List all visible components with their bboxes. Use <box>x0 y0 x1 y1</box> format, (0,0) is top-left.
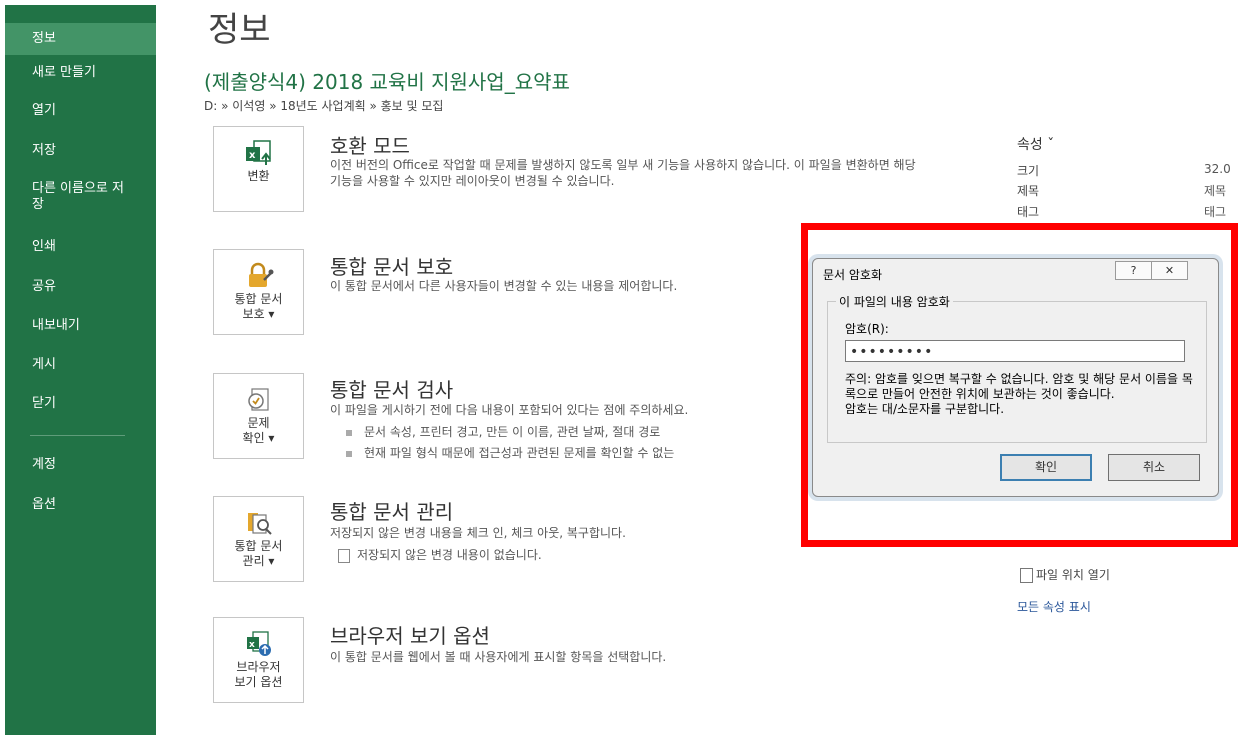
nav-save-as[interactable]: 다른 이름으로 저장 <box>5 181 125 213</box>
nav-info[interactable]: 정보 <box>5 23 156 55</box>
backstage-sidebar: 정보 새로 만들기 열기 저장 다른 이름으로 저장 인쇄 공유 내보내기 게시… <box>5 5 156 735</box>
nav-close[interactable]: 닫기 <box>5 396 156 412</box>
browser-view-options-button[interactable]: x 브라우저 보기 옵션 <box>213 617 304 703</box>
prop-size-value: 32.0 <box>1204 162 1231 176</box>
warning-text: 주의: 암호를 잊으면 복구할 수 없습니다. 암호 및 해당 문서 이름을 목… <box>845 372 1195 417</box>
compat-title: 호환 모드 <box>330 134 410 158</box>
excel-globe-icon: x <box>246 631 271 656</box>
nav-options[interactable]: 옵션 <box>5 497 156 513</box>
browser-button-line2: 보기 옵션 <box>234 675 283 689</box>
browser-desc: 이 통합 문서를 웹에서 볼 때 사용자에게 표시할 항목을 선택합니다. <box>330 650 667 664</box>
convert-button[interactable]: x 변환 <box>213 126 304 212</box>
encrypt-group: 이 파일의 내용 암호화 암호(R): ••••••••• 주의: 암호를 잊으… <box>827 293 1207 443</box>
prop-title-value[interactable]: 제목 <box>1204 182 1226 199</box>
folder-doc-icon <box>1020 568 1033 583</box>
prop-tag-label: 태그 <box>1017 205 1040 219</box>
document-icon <box>338 548 350 563</box>
svg-text:x: x <box>249 640 255 650</box>
svg-text:x: x <box>249 150 256 161</box>
inspect-bullet-2: 현재 파일 형식 때문에 접근성과 관련된 문제를 확인할 수 없는 <box>346 444 816 461</box>
warning-line: 주의: 암호를 잊으면 복구할 수 없습니다. 암호 및 해당 문서 이름을 목… <box>845 372 1193 401</box>
prop-size-label: 크기 <box>1017 164 1040 178</box>
bullet-marker <box>346 429 352 436</box>
inspect-document-icon <box>247 388 269 411</box>
manage-note: 저장되지 않은 변경 내용이 없습니다. <box>338 546 542 563</box>
nav-export[interactable]: 내보내기 <box>5 318 156 334</box>
prop-title-label: 제목 <box>1017 184 1040 198</box>
nav-open[interactable]: 열기 <box>5 103 156 119</box>
check-issues-line2: 확인 ▾ <box>242 431 275 445</box>
nav-share[interactable]: 공유 <box>5 279 156 295</box>
password-label: 암호(R): <box>845 322 889 336</box>
browser-button-line1: 브라우저 <box>236 660 281 674</box>
inspect-desc: 이 파일을 게시하기 전에 다음 내용이 포함되어 있다는 점에 주의하세요. <box>330 403 689 417</box>
open-file-location-link[interactable]: 파일 위치 열기 <box>1020 566 1110 583</box>
ok-button[interactable]: 확인 <box>1000 454 1092 481</box>
bullet-marker <box>346 450 352 457</box>
open-file-location-text: 파일 위치 열기 <box>1036 568 1110 582</box>
group-label: 이 파일의 내용 암호화 <box>836 293 953 310</box>
nav-print[interactable]: 인쇄 <box>5 239 156 255</box>
sidebar-divider <box>30 435 125 436</box>
protect-button-line1: 통합 문서 <box>234 292 283 306</box>
protect-workbook-button[interactable]: 통합 문서 보호 ▾ <box>213 249 304 335</box>
manage-note-text: 저장되지 않은 변경 내용이 없습니다. <box>357 548 542 562</box>
document-title: (제출양식4) 2018 교육비 지원사업_요약표 <box>204 70 570 94</box>
browser-title: 브라우저 보기 옵션 <box>330 624 490 648</box>
manage-button-line1: 통합 문서 <box>234 539 283 553</box>
manage-button-line2: 관리 ▾ <box>242 554 275 568</box>
encrypt-document-dialog: 문서 암호화 ? ✕ 이 파일의 내용 암호화 암호(R): •••••••••… <box>812 258 1219 497</box>
prop-tag-value[interactable]: 태그 <box>1204 203 1226 220</box>
nav-account[interactable]: 계정 <box>5 457 156 473</box>
manage-versions-icon <box>247 513 272 535</box>
check-issues-line1: 문제 <box>247 416 270 430</box>
inspect-bullet-1: 문서 속성, 프린터 경고, 만든 이 이름, 관련 날짜, 절대 경로 <box>346 423 660 440</box>
cancel-button[interactable]: 취소 <box>1108 454 1200 481</box>
manage-title: 통합 문서 관리 <box>330 500 454 524</box>
protect-title: 통합 문서 보호 <box>330 255 454 279</box>
password-field[interactable]: ••••••••• <box>845 340 1185 362</box>
inspect-title: 통합 문서 검사 <box>330 378 454 402</box>
inspect-bullet-1-text: 문서 속성, 프린터 경고, 만든 이 이름, 관련 날짜, 절대 경로 <box>364 425 661 439</box>
help-button[interactable]: ? <box>1115 261 1152 280</box>
dialog-title: 문서 암호화 <box>823 268 883 282</box>
properties-heading[interactable]: 속성 ˇ <box>1017 134 1054 154</box>
nav-save[interactable]: 저장 <box>5 143 156 159</box>
show-all-properties-link[interactable]: 모든 속성 표시 <box>1017 598 1091 615</box>
breadcrumb[interactable]: D: » 이석영 » 18년도 사업계획 » 홍보 및 모집 <box>204 97 443 114</box>
check-issues-button[interactable]: 문제 확인 ▾ <box>213 373 304 459</box>
compat-desc: 이전 버전의 Office로 작업할 때 문제를 발생하지 않도록 일부 새 기… <box>330 158 916 188</box>
inspect-bullet-2-text: 현재 파일 형식 때문에 접근성과 관련된 문제를 확인할 수 없는 <box>364 446 675 460</box>
convert-button-label: 변환 <box>247 169 270 183</box>
manage-workbook-button[interactable]: 통합 문서 관리 ▾ <box>213 496 304 582</box>
case-sensitive-note: 암호는 대/소문자를 구분합니다. <box>845 402 1005 416</box>
nav-new[interactable]: 새로 만들기 <box>5 65 156 81</box>
close-button[interactable]: ✕ <box>1151 261 1188 280</box>
protect-button-line2: 보호 ▾ <box>242 307 275 321</box>
page-title: 정보 <box>208 10 271 50</box>
excel-convert-icon: x <box>245 140 271 165</box>
nav-publish[interactable]: 게시 <box>5 357 156 373</box>
lock-key-icon <box>248 262 273 287</box>
